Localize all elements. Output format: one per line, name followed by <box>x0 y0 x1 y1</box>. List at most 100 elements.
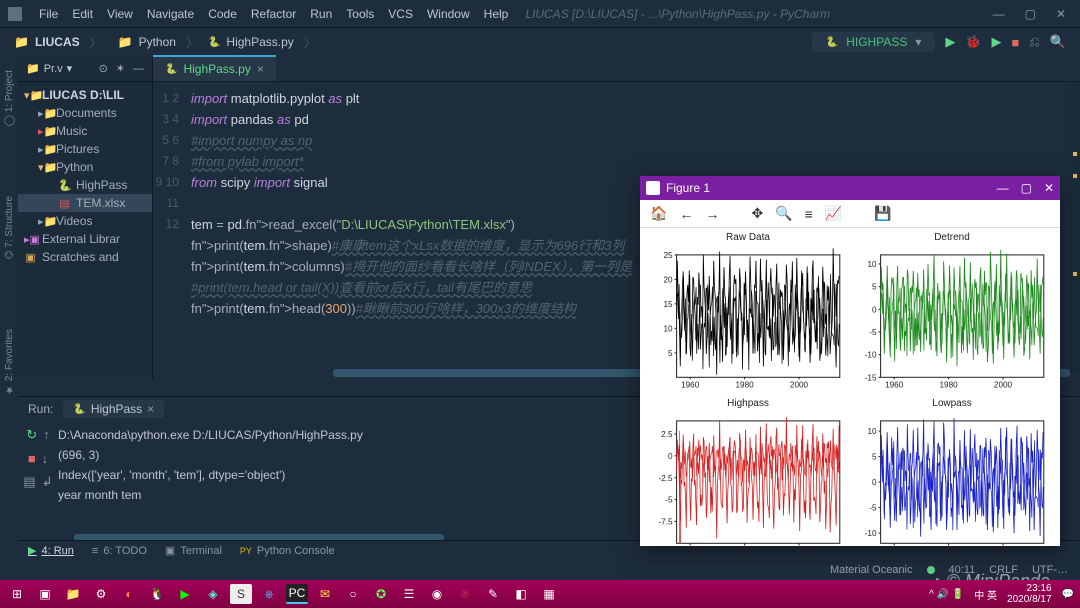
app-icon[interactable]: ◉ <box>426 584 448 604</box>
subplot-lowpass: Lowpass-10-50510196019802000 <box>850 398 1054 564</box>
project-tree[interactable]: ▾📁LIUCAS D:\LIL ▸📁Documents ▸📁Music ▸📁Pi… <box>18 82 152 270</box>
run-tab[interactable]: 🐍HighPass × <box>63 400 164 418</box>
back-icon[interactable]: ← <box>679 206 693 222</box>
maximize-icon[interactable]: ▢ <box>1025 7 1036 21</box>
menu-tools[interactable]: Tools <box>339 7 381 21</box>
down-icon[interactable]: ↓ <box>42 451 49 466</box>
layout-icon[interactable]: ▤ <box>23 474 35 490</box>
start-button[interactable]: ⊞ <box>6 584 28 604</box>
app-icon[interactable]: ○ <box>342 584 364 604</box>
ime-indicator[interactable]: 中 英 <box>974 587 997 602</box>
menu-run[interactable]: Run <box>303 7 339 21</box>
zoom-icon[interactable]: 🔍 <box>775 205 792 222</box>
menu-view[interactable]: View <box>100 7 140 21</box>
run-config-selector[interactable]: 🐍 HIGHPASS ▾ <box>812 32 936 52</box>
tab-run[interactable]: ▶4: Run <box>28 544 74 557</box>
rerun-icon[interactable]: ↻ <box>26 427 37 443</box>
firefox-icon[interactable]: ◐ <box>118 584 140 604</box>
app-icon[interactable]: ◧ <box>510 584 532 604</box>
figure-title-text: Figure 1 <box>666 181 710 195</box>
menu-code[interactable]: Code <box>201 7 244 21</box>
app-icon[interactable]: ✎ <box>482 584 504 604</box>
coverage-icon[interactable]: ▶ <box>992 34 1002 50</box>
app-icon[interactable]: ⎈ <box>258 584 280 604</box>
menu-navigate[interactable]: Navigate <box>140 7 201 21</box>
up-icon[interactable]: ↑ <box>43 427 50 443</box>
fig-close-icon[interactable]: ✕ <box>1044 181 1054 195</box>
tray-icons[interactable]: ^ 🔊 🔋 <box>929 589 964 600</box>
app-icon[interactable]: ▦ <box>538 584 560 604</box>
tab-todo[interactable]: ≡6: TODO <box>92 545 147 557</box>
git-icon[interactable]: ⎌ <box>1029 34 1039 50</box>
stop-icon[interactable]: ■ <box>28 451 36 466</box>
run-button-icon[interactable]: ▶ <box>945 34 955 50</box>
editor-error-stripe[interactable] <box>1070 82 1080 372</box>
expand-icon[interactable]: ✶ <box>116 62 125 75</box>
app-icon[interactable]: ✉ <box>314 584 336 604</box>
tree-item-tem-xlsx[interactable]: ▤TEM.xlsx <box>18 194 152 212</box>
soft-wrap-icon[interactable]: ↲ <box>42 474 53 490</box>
pan-icon[interactable]: ✥ <box>751 205 763 222</box>
svg-text:1960: 1960 <box>681 547 700 556</box>
menu-window[interactable]: Window <box>420 7 477 21</box>
left-tab-project[interactable]: ◯ 1: Project <box>4 70 15 126</box>
menu-refactor[interactable]: Refactor <box>244 7 303 21</box>
app-icon[interactable]: 🐧 <box>146 584 168 604</box>
tree-item[interactable]: ▸📁Documents <box>18 104 152 122</box>
pycharm-icon[interactable]: PC <box>286 584 308 604</box>
save-icon[interactable]: 💾 <box>874 205 891 222</box>
app-icon[interactable]: ◈ <box>202 584 224 604</box>
home-icon[interactable]: 🏠 <box>650 205 667 222</box>
select-opened-file-icon[interactable]: ⊙ <box>99 62 108 75</box>
stop-button-icon[interactable]: ■ <box>1012 35 1020 50</box>
app-icon[interactable]: ☰ <box>398 584 420 604</box>
play-icon[interactable]: ▶ <box>174 584 196 604</box>
explorer-icon[interactable]: 📁 <box>62 584 84 604</box>
tab-terminal[interactable]: ▣Terminal <box>165 544 222 557</box>
hide-panel-icon[interactable]: — <box>133 63 144 75</box>
tree-root[interactable]: ▾📁LIUCAS D:\LIL <box>18 86 152 104</box>
status-theme[interactable]: Material Oceanic <box>830 564 913 576</box>
forward-icon[interactable]: → <box>705 206 719 222</box>
close-tab-icon[interactable]: × <box>257 62 264 76</box>
subplots-icon[interactable]: ≡ <box>805 206 813 222</box>
run-toolbar: ↻ ↑ ■ ↓ ▤ ↲ <box>18 421 58 544</box>
taskbar-clock[interactable]: 23:162020/8/17 <box>1007 583 1052 605</box>
tree-item[interactable]: ▾📁Python <box>18 158 152 176</box>
minimize-icon[interactable]: — <box>993 7 1005 21</box>
tab-python-console[interactable]: PYPython Console <box>240 545 335 557</box>
svg-text:-2.5: -2.5 <box>658 474 673 483</box>
scratches[interactable]: ▣Scratches and <box>18 248 152 266</box>
edit-icon[interactable]: 📈 <box>825 205 842 222</box>
tree-item[interactable]: ▸📁Music <box>18 122 152 140</box>
app-icon[interactable]: S <box>230 584 252 604</box>
task-view-icon[interactable]: ▣ <box>34 584 56 604</box>
search-icon[interactable]: 🔍 <box>1050 34 1066 50</box>
line-number-gutter: 1 2 3 4 5 6 7 8 9 10 11 12 <box>153 82 187 379</box>
figure-titlebar[interactable]: Figure 1 — ▢ ✕ <box>640 176 1060 200</box>
external-libraries[interactable]: ▸▣External Librar <box>18 230 152 248</box>
project-tool-window: 📁 Pr.v ▾ ⊙ ✶ — ▾📁LIUCAS D:\LIL ▸📁Documen… <box>18 56 153 379</box>
editor-tab-highpass[interactable]: 🐍 HighPass.py × <box>153 55 276 81</box>
project-view-selector[interactable]: 📁 Pr.v ▾ <box>26 62 72 75</box>
fig-minimize-icon[interactable]: — <box>997 181 1009 195</box>
left-tab-structure[interactable]: ⌬ 7: Structure <box>4 196 15 259</box>
menu-help[interactable]: Help <box>477 7 516 21</box>
breadcrumb[interactable]: 📁LIUCAS 〉 📁Python 〉 🐍HighPass.py 〉 <box>14 34 320 51</box>
close-icon[interactable]: ✕ <box>1056 7 1066 21</box>
svg-text:-5: -5 <box>665 496 673 505</box>
tree-item[interactable]: ▸📁Pictures <box>18 140 152 158</box>
notifications-icon[interactable]: 💬 <box>1062 589 1074 600</box>
app-icon[interactable]: ✪ <box>370 584 392 604</box>
menu-edit[interactable]: Edit <box>65 7 100 21</box>
menu-vcs[interactable]: VCS <box>381 7 420 21</box>
menu-file[interactable]: File <box>32 7 65 21</box>
tree-item-highpass[interactable]: 🐍HighPass <box>18 176 152 194</box>
debug-button-icon[interactable]: 🐞 <box>965 34 981 50</box>
tree-item[interactable]: ▸📁Videos <box>18 212 152 230</box>
matplotlib-figure-window[interactable]: Figure 1 — ▢ ✕ 🏠 ← → ✥ 🔍 ≡ 📈 💾 Raw Data5… <box>640 176 1060 546</box>
left-tab-favorites[interactable]: ★ 2: Favorites <box>4 329 15 395</box>
fig-maximize-icon[interactable]: ▢ <box>1021 181 1032 195</box>
settings-icon[interactable]: ⚙ <box>90 584 112 604</box>
app-icon[interactable]: ⌾ <box>454 584 476 604</box>
